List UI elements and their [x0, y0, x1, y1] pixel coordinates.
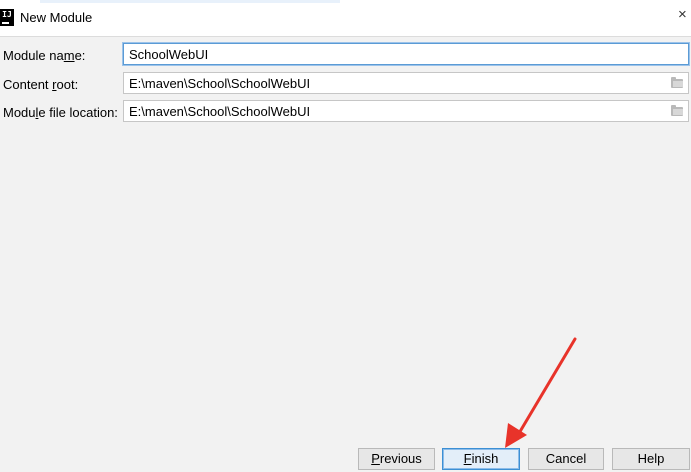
annotation-arrow-icon	[505, 337, 577, 448]
